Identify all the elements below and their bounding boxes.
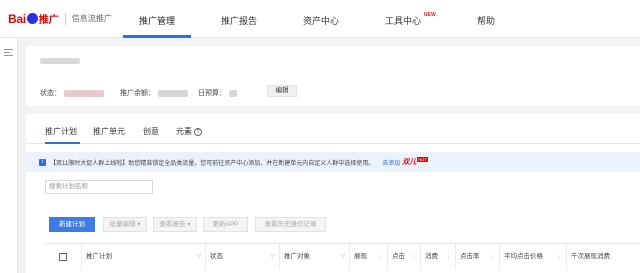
balance-field: 推广余额：	[120, 88, 188, 98]
top-navigation: Bai 推广 信息流推广 推广管理 推广报告 资产中心 工具中心 NEW 帮助	[0, 0, 640, 38]
update-app-button[interactable]: 更新APP	[203, 217, 248, 232]
sort-icon[interactable]: ↓	[491, 244, 494, 270]
brand-logo[interactable]: Bai 推广 信息流推广	[8, 11, 112, 27]
new-badge: NEW	[424, 12, 436, 18]
status-field: 状态：	[40, 88, 104, 98]
filter-icon[interactable]: ▽	[340, 244, 345, 270]
column-header-label: 推广对象	[284, 253, 310, 260]
notice-text: 【双11限时大促人群上线啦】助您精准锁定全品类流量，您可前往资产中心添加，并在新…	[50, 160, 375, 167]
expand-menu-icon[interactable]	[4, 49, 13, 58]
column-header-cpm[interactable]: 千次展现消费	[567, 244, 640, 270]
select-all-cell	[45, 244, 82, 270]
active-nav-underline	[123, 35, 191, 38]
brand-subtitle: 信息流推广	[71, 14, 112, 23]
account-panel: 状态： 推广余额： 日预算： 编辑	[26, 46, 640, 106]
tab-plan[interactable]: 推广计划	[45, 126, 77, 137]
column-header-plan[interactable]: 推广计划 ▽	[82, 244, 206, 270]
column-header-clicks[interactable]: 点击 ↓	[388, 244, 421, 270]
nav-item-asset-center[interactable]: 资产中心	[303, 14, 339, 27]
budget-value-redacted	[229, 89, 237, 97]
column-header-label: 状态	[210, 253, 223, 260]
notice-add-link[interactable]: 去添加	[382, 158, 400, 167]
hot-badge: HOT	[417, 156, 428, 162]
column-header-label: 消费	[425, 253, 438, 260]
nav-item-promotion-report[interactable]: 推广报告	[221, 14, 257, 27]
column-header-label: 千次展现消费	[571, 253, 610, 260]
tab-element-label: 元素	[176, 127, 192, 136]
filter-icon[interactable]: ▽	[196, 244, 201, 270]
nav-item-help[interactable]: 帮助	[477, 14, 495, 27]
sort-icon[interactable]: ↓	[412, 244, 415, 270]
column-header-label: 展现	[354, 253, 367, 260]
info-icon: i	[39, 158, 46, 166]
new-plan-button[interactable]: 新建计划	[49, 217, 95, 232]
status-label: 状态：	[40, 90, 61, 97]
column-header-target[interactable]: 推广对象 ▽	[280, 244, 350, 270]
column-header-label: 平均点击价格	[504, 253, 543, 260]
budget-label: 日预算：	[198, 90, 226, 97]
column-header-avg-cpc[interactable]: 平均点击价格 ↓	[500, 244, 567, 270]
select-all-checkbox[interactable]	[59, 253, 67, 261]
view-history-button[interactable]: 查看历史操作记录	[255, 217, 326, 232]
left-sidebar	[0, 38, 18, 273]
edit-budget-button[interactable]: 编辑	[267, 85, 297, 97]
logo-tg-text: 推广	[38, 15, 59, 26]
paw-icon	[26, 13, 38, 24]
budget-field: 日预算：	[198, 88, 237, 98]
account-name-redacted	[40, 58, 80, 64]
tab-bar: 推广计划 推广单元 创意 元素?	[26, 114, 640, 144]
tab-unit[interactable]: 推广单元	[93, 126, 125, 137]
tab-element[interactable]: 元素?	[176, 126, 202, 137]
filter-icon[interactable]: ▽	[270, 244, 275, 270]
sort-icon[interactable]: ↓	[558, 244, 561, 270]
column-header-label: 推广计划	[86, 253, 112, 260]
plan-table: 推广计划 ▽ 状态 ▽ 推广对象 ▽ 展现 ↓ 点击 ↓ 消费 ↓ 点击率 ↓ 平均点击价格 ↓…	[45, 243, 640, 273]
column-header-ctr[interactable]: 点击率 ↓	[456, 244, 500, 270]
tab-creative[interactable]: 创意	[143, 126, 159, 137]
nav-item-promotion-management[interactable]: 推广管理	[139, 14, 175, 27]
plan-search-input[interactable]: 搜索计划名称	[45, 180, 153, 194]
logo-bai-text: Bai	[8, 11, 26, 26]
column-header-status[interactable]: 状态 ▽	[206, 244, 280, 270]
sort-icon[interactable]: ↓	[447, 244, 450, 270]
balance-label: 推广余额：	[120, 90, 155, 97]
notice-brand-logo: 双儿	[402, 159, 417, 166]
sort-icon[interactable]: ↓	[379, 244, 382, 270]
active-tab-underline	[45, 142, 80, 144]
logo-divider	[64, 12, 66, 25]
notice-banner: i 【双11限时大促人群上线啦】助您精准锁定全品类流量，您可前往资产中心添加，并…	[26, 152, 640, 172]
view-report-button[interactable]: 查看报告 ▾	[153, 217, 197, 232]
status-value-redacted	[64, 89, 104, 97]
help-icon[interactable]: ?	[194, 127, 202, 136]
balance-value-redacted	[158, 89, 188, 97]
column-header-impressions[interactable]: 展现 ↓	[350, 244, 388, 270]
nav-item-tool-center[interactable]: 工具中心	[385, 14, 421, 27]
column-header-cost[interactable]: 消费 ↓	[421, 244, 456, 270]
column-header-label: 点击率	[460, 253, 480, 260]
column-header-label: 点击	[392, 253, 405, 260]
batch-edit-button[interactable]: 批量编辑 ▾	[103, 217, 147, 232]
